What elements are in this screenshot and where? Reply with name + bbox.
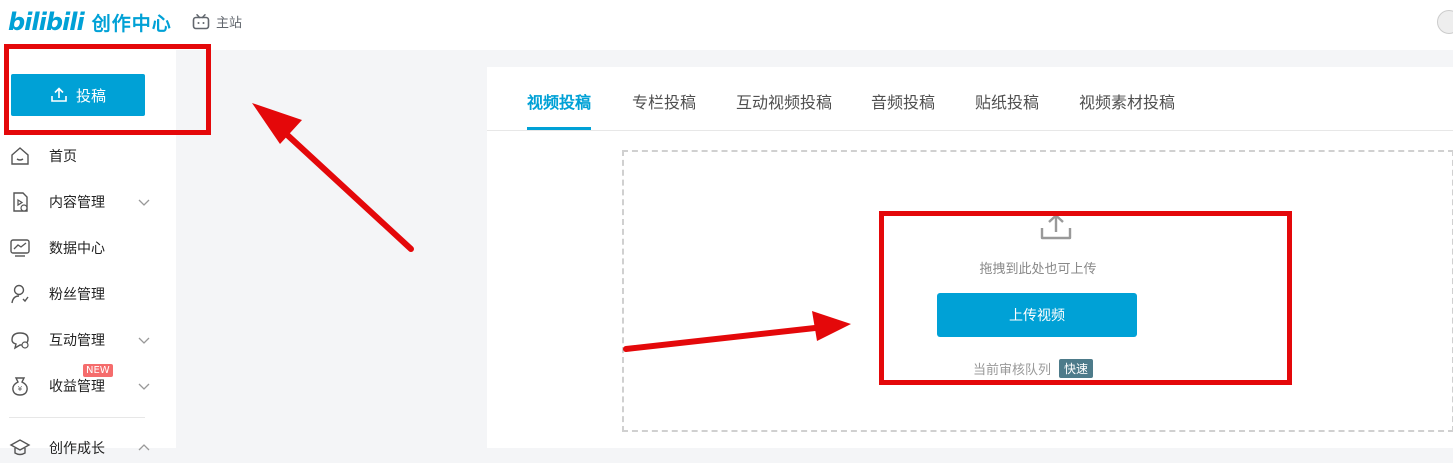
annotation-arrow-dropzone bbox=[623, 311, 851, 352]
annotation-arrow-sidebar bbox=[252, 103, 414, 252]
annotation-arrows bbox=[252, 103, 851, 352]
